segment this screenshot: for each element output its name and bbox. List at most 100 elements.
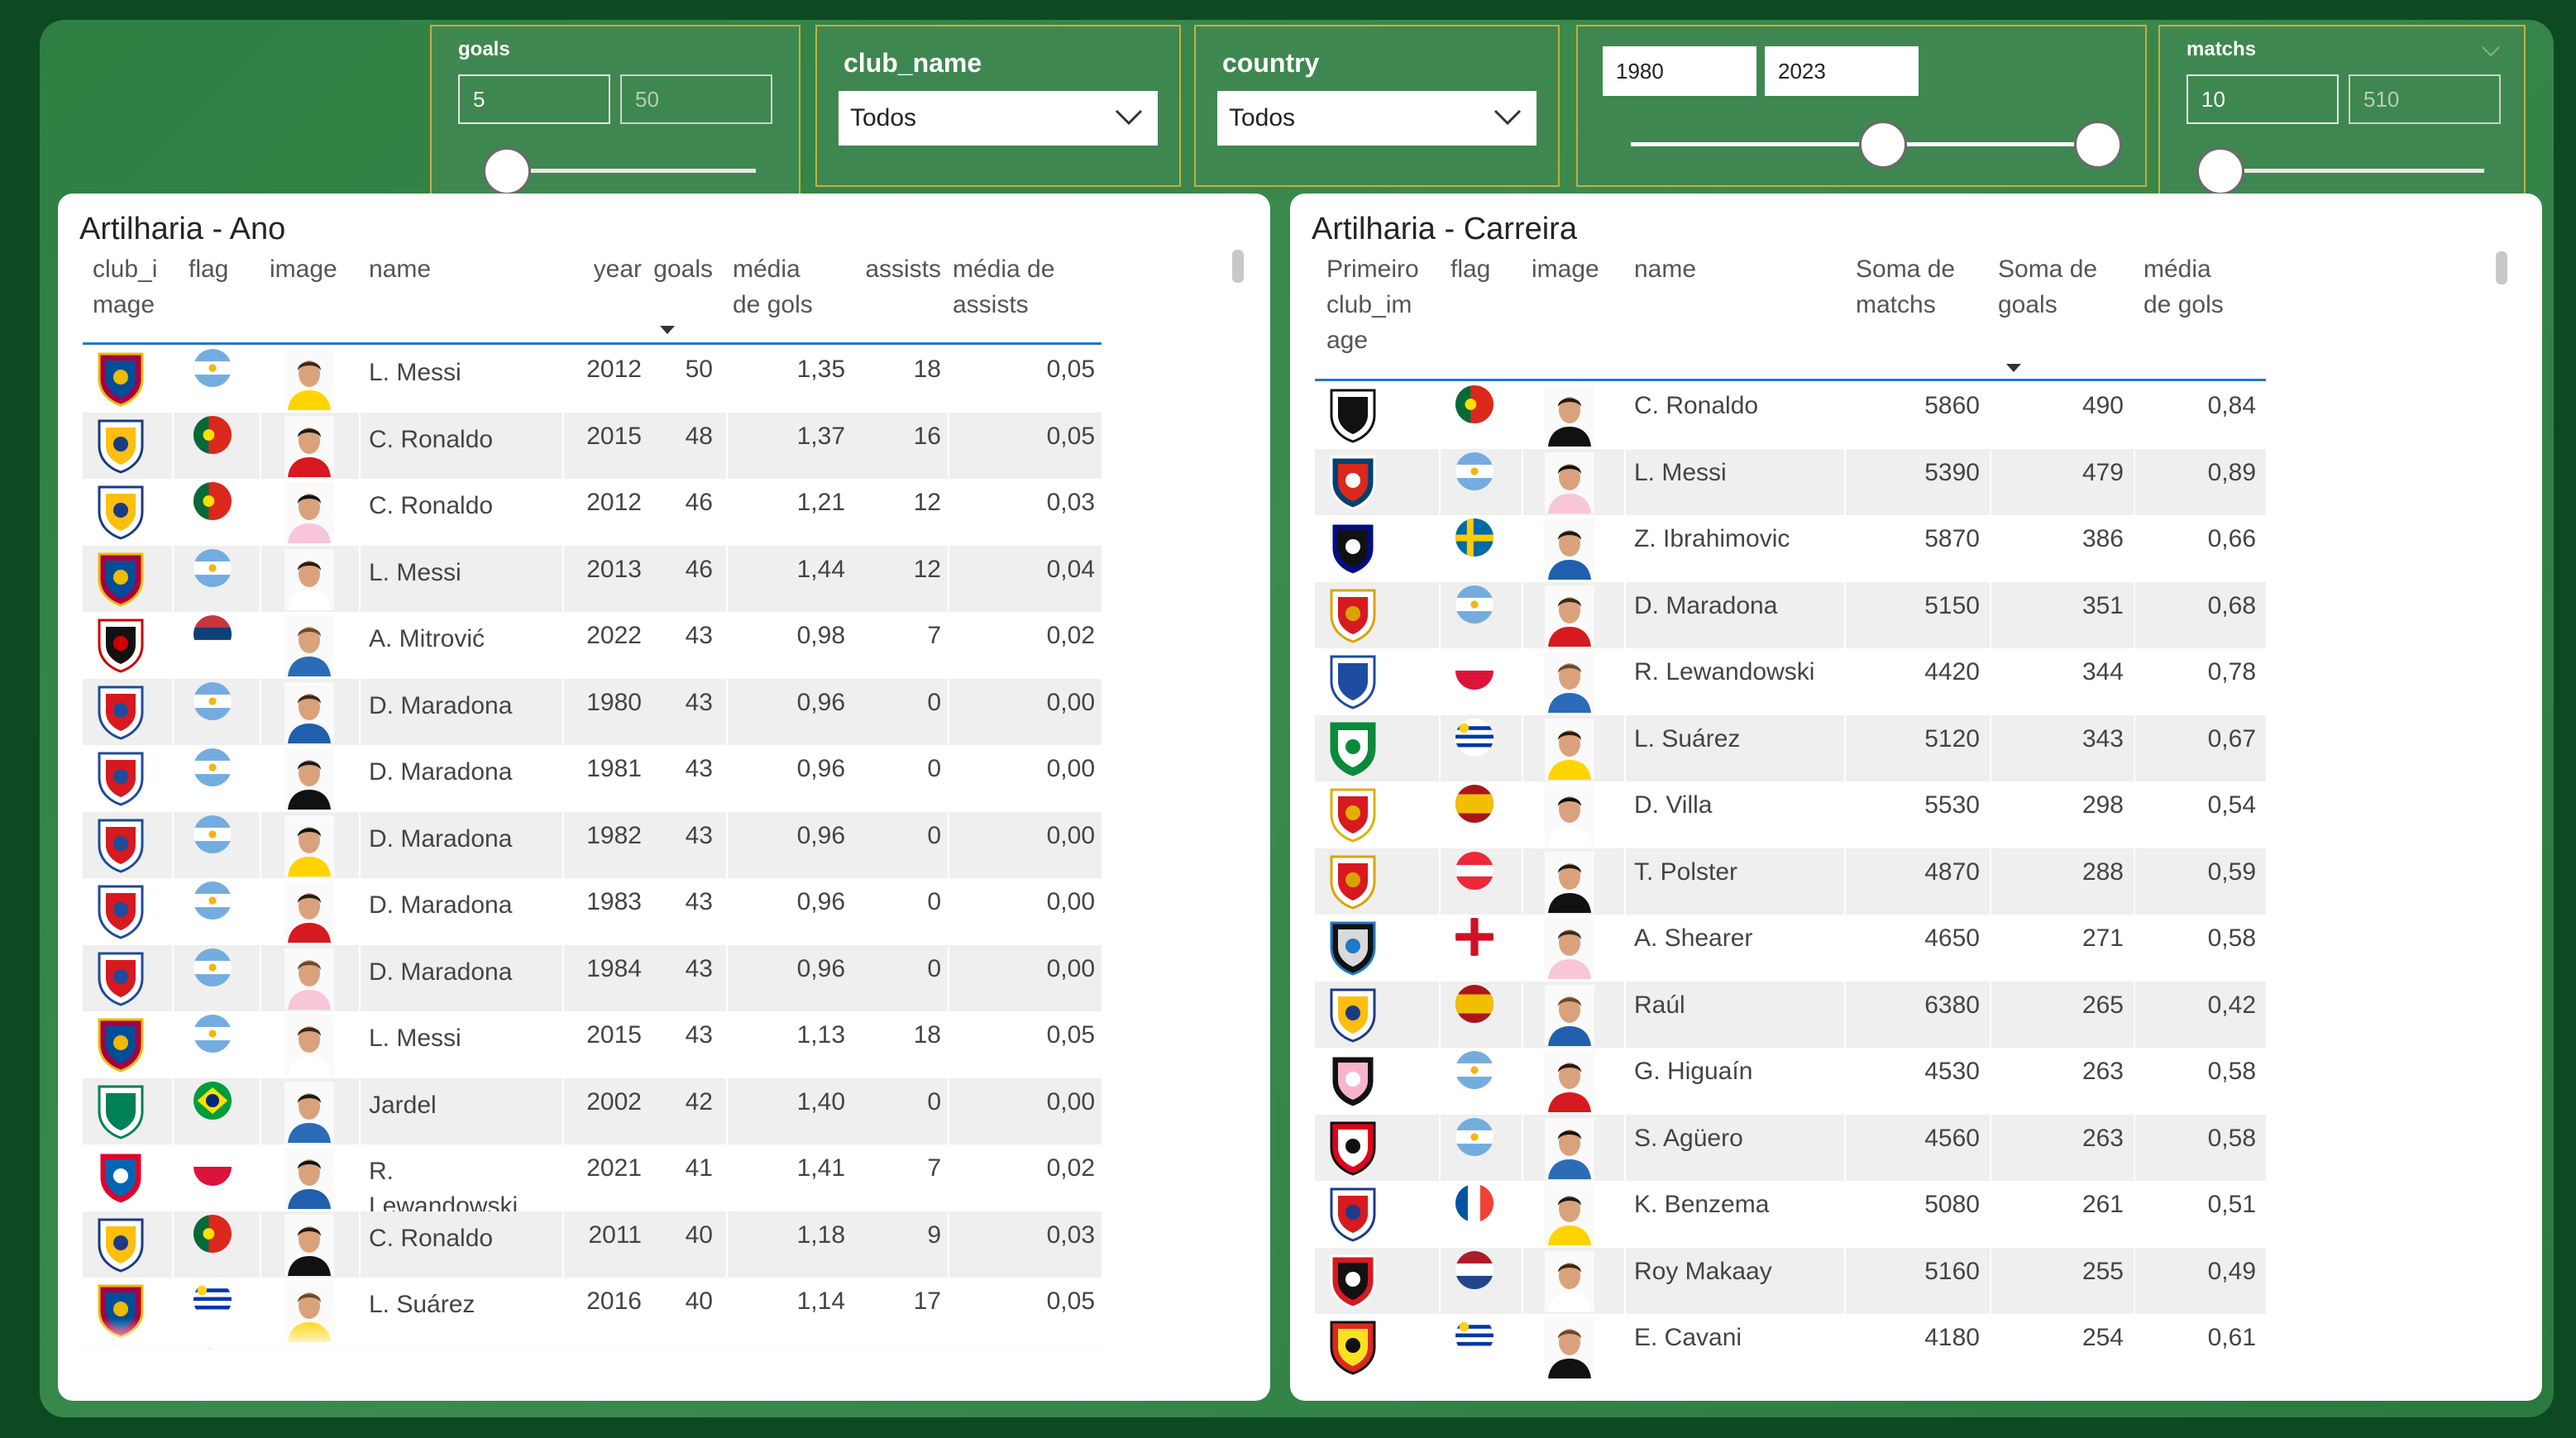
- media-gols-cell: 0,66: [2207, 525, 2256, 552]
- table-row[interactable]: E. Cavani 4180 254 0,61: [1315, 1314, 2266, 1380]
- goals-slider-handle[interactable]: [483, 147, 531, 195]
- table-row[interactable]: K. Benzema 5080 261 0,51: [1315, 1181, 2266, 1247]
- header-media-assists[interactable]: média de assists: [953, 251, 1054, 322]
- column-divider: [2134, 581, 2135, 648]
- vertical-scrollbar[interactable]: [2496, 251, 2507, 284]
- table-row[interactable]: A. Mitrović 2022 43 0,98 7 0,02: [83, 612, 1102, 678]
- media-gols-cell: 1,37: [796, 422, 845, 450]
- portugal-flag-icon: [1455, 385, 1494, 423]
- table-row[interactable]: D. Maradona 1980 43 0,96 0 0,00: [83, 678, 1102, 745]
- media-assists-cell: 0,00: [1046, 688, 1095, 716]
- table-row[interactable]: D. Maradona 1983 43 0,96 0 0,00: [83, 878, 1102, 944]
- header-name[interactable]: name: [369, 251, 431, 287]
- table-row[interactable]: G. Higuaín 4530 263 0,58: [1315, 1048, 2266, 1114]
- year-cell: 2015: [586, 1021, 642, 1049]
- column-divider: [2134, 648, 2135, 714]
- chevron-down-icon[interactable]: [2481, 45, 2501, 58]
- column-divider: [1844, 648, 1846, 714]
- table-row[interactable]: Roy Makaay 5160 255 0,49: [1315, 1247, 2266, 1314]
- soma-goals-cell: 490: [2081, 392, 2124, 419]
- year-slider-end-handle[interactable]: [2074, 121, 2122, 169]
- matchs-slicer: matchs 10 510: [2158, 25, 2526, 198]
- matchs-max-input[interactable]: 510: [2349, 74, 2501, 124]
- flag-cell: [194, 1148, 232, 1186]
- header-assists[interactable]: assists: [860, 251, 941, 287]
- media-gols-cell: 1,41: [796, 1154, 845, 1182]
- column-divider: [1439, 448, 1441, 515]
- lech-crest-icon: [1330, 655, 1376, 709]
- table-row[interactable]: T. Polster 4870 288 0,59: [1315, 848, 2266, 915]
- header-flag[interactable]: flag: [189, 251, 228, 287]
- table-row[interactable]: L. Messi 2015 43 1,13 18 0,05: [83, 1011, 1102, 1077]
- header-image[interactable]: image: [1532, 251, 1599, 287]
- table-row[interactable]: Z. Ibrahimovic 5870 386 0,66: [1315, 515, 2266, 581]
- uruguay-flag-icon: [1455, 719, 1494, 757]
- header-year[interactable]: year: [576, 251, 642, 287]
- header-flag[interactable]: flag: [1450, 251, 1490, 287]
- table-row[interactable]: A. Shearer 4650 271 0,58: [1315, 915, 2266, 981]
- year-min-input[interactable]: 1980: [1603, 46, 1756, 96]
- name-cell: A. Shearer: [1634, 924, 1753, 952]
- table-row[interactable]: R. Lewandowski 4420 344 0,78: [1315, 648, 2266, 714]
- column-divider: [260, 412, 261, 479]
- assists-cell: 18: [913, 1021, 941, 1049]
- table-row[interactable]: L. Messi 5390 479 0,89: [1315, 448, 2266, 515]
- column-divider: [562, 545, 564, 612]
- table-row[interactable]: C. Ronaldo 2011 40 1,18 9 0,03: [83, 1211, 1102, 1278]
- table-row[interactable]: S. Agüero 4560 263 0,58: [1315, 1114, 2266, 1181]
- argentinos-crest-icon: [98, 952, 144, 1006]
- header-soma-goals[interactable]: Soma de goals: [1998, 251, 2097, 322]
- goals-min-input[interactable]: 5: [458, 74, 610, 124]
- assists-cell: 0: [927, 1087, 941, 1116]
- table-row[interactable]: D. Maradona 5150 351 0,68: [1315, 581, 2266, 648]
- header-name[interactable]: name: [1634, 251, 1696, 287]
- goals-max-input[interactable]: 50: [620, 74, 772, 124]
- uruguay-flag-icon: [194, 1281, 232, 1319]
- table-row[interactable]: D. Maradona 1982 43 0,96 0 0,00: [83, 811, 1102, 878]
- player-photo-icon: [284, 948, 334, 1010]
- table-row[interactable]: L. Messi 2013 46 1,44 12 0,04: [83, 545, 1102, 612]
- column-divider: [948, 479, 949, 545]
- table-row[interactable]: L. Messi 2012 50 1,35 18 0,05: [83, 346, 1102, 412]
- matchs-slider-track[interactable]: [2215, 169, 2484, 173]
- header-media-gols[interactable]: média de gols: [733, 251, 813, 322]
- column-divider: [726, 678, 728, 745]
- argentina-flag-icon: [1455, 1118, 1494, 1156]
- matchs-slider-handle[interactable]: [2196, 147, 2244, 195]
- scroll-fade: [83, 1318, 1125, 1351]
- column-divider: [948, 1144, 949, 1211]
- column-divider: [562, 1077, 564, 1144]
- table-row[interactable]: C. Ronaldo 2012 46 1,21 12 0,03: [83, 479, 1102, 545]
- table-row[interactable]: D. Villa 5530 298 0,54: [1315, 781, 2266, 848]
- column-divider: [1844, 1181, 1846, 1247]
- table-row[interactable]: L. Suárez 5120 343 0,67: [1315, 714, 2266, 781]
- header-soma-matchs[interactable]: Soma de matchs: [1856, 251, 1955, 322]
- club-name-dropdown[interactable]: Todos: [839, 91, 1158, 146]
- club-image-cell: [94, 549, 147, 607]
- header-media-gols[interactable]: média de gols: [2143, 251, 2224, 322]
- header-club-image[interactable]: club_i mage: [93, 251, 159, 322]
- spain-flag-icon: [1455, 785, 1494, 823]
- year-slider-start-handle[interactable]: [1859, 121, 1907, 169]
- table-row[interactable]: R. Lewandowski 2021 41 1,41 7 0,02: [83, 1144, 1102, 1220]
- header-image[interactable]: image: [270, 251, 337, 287]
- table-row[interactable]: Jardel 2002 42 1,40 0 0,00: [83, 1077, 1102, 1144]
- country-dropdown[interactable]: Todos: [1217, 91, 1537, 146]
- table-row[interactable]: D. Maradona 1984 43 0,96 0 0,00: [83, 944, 1102, 1011]
- table-row[interactable]: C. Ronaldo 5860 490 0,84: [1315, 382, 2266, 448]
- column-divider: [260, 1011, 261, 1077]
- column-divider: [562, 412, 564, 479]
- table-row[interactable]: D. Maradona 1981 43 0,96 0 0,00: [83, 745, 1102, 811]
- column-divider: [1522, 1314, 1523, 1380]
- vertical-scrollbar[interactable]: [1232, 250, 1244, 283]
- header-goals[interactable]: goals: [645, 251, 713, 287]
- goals-cell: 43: [685, 954, 713, 982]
- header-primeiro-club-image[interactable]: Primeiro club_im age: [1326, 251, 1442, 358]
- flag-cell: [1455, 1251, 1494, 1289]
- player-photo-icon: [284, 1081, 334, 1143]
- media-assists-cell: 0,04: [1046, 555, 1095, 583]
- matchs-min-input[interactable]: 10: [2186, 74, 2339, 124]
- table-row[interactable]: Raúl 6380 265 0,42: [1315, 981, 2266, 1048]
- year-max-input[interactable]: 2023: [1765, 46, 1919, 96]
- table-row[interactable]: C. Ronaldo 2015 48 1,37 16 0,05: [83, 412, 1102, 479]
